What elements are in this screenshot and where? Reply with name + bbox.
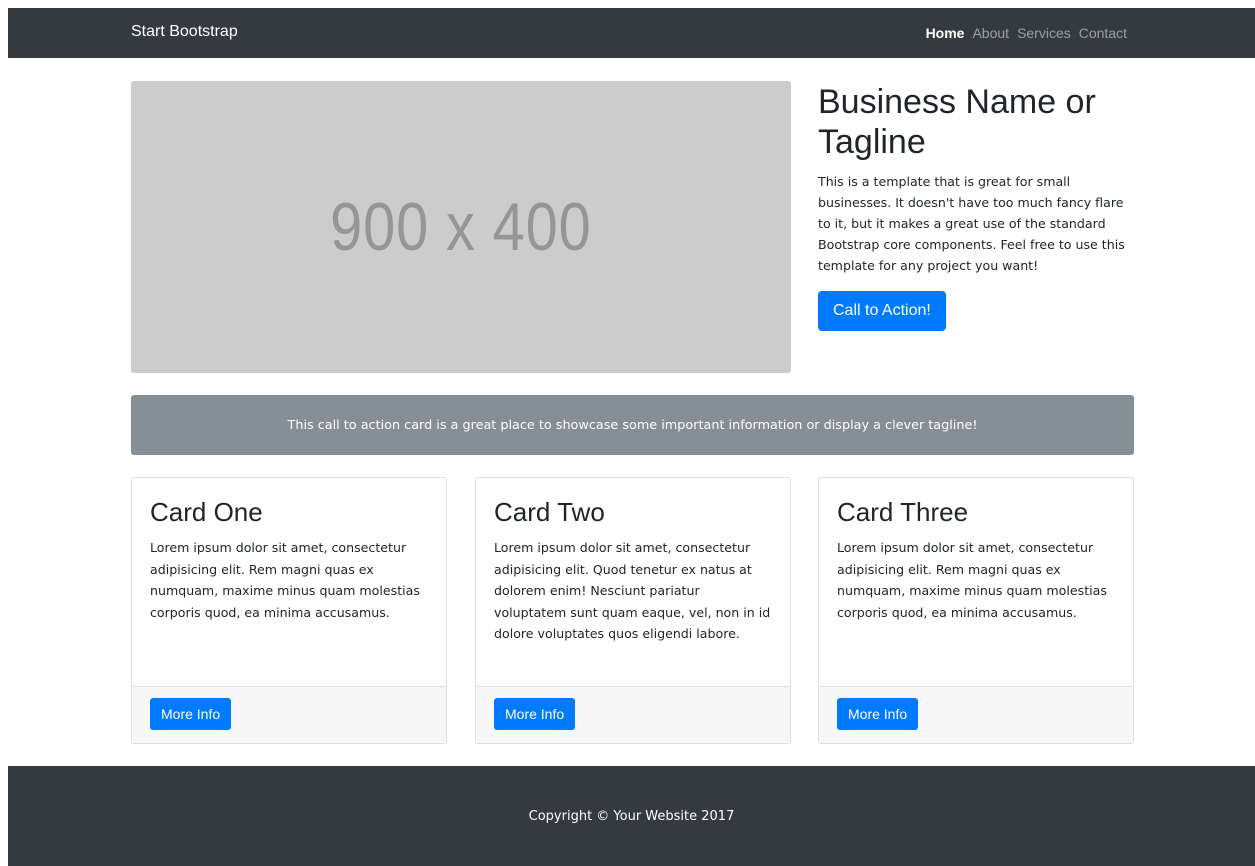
card-footer: More Info (819, 686, 1133, 743)
card-text: Lorem ipsum dolor sit amet, consectetur … (494, 540, 771, 641)
card-footer: More Info (132, 686, 446, 743)
placeholder-label: 900 x 400 (330, 189, 592, 265)
page-footer: Copyright © Your Website 2017 (8, 766, 1255, 866)
card-three: Card Three Lorem ipsum dolor sit amet, c… (818, 477, 1134, 744)
card-footer: More Info (476, 686, 790, 743)
nav-link-home[interactable]: Home (926, 25, 965, 41)
card-text: Lorem ipsum dolor sit amet, consectetur … (150, 540, 420, 620)
card-body: Card One Lorem ipsum dolor sit amet, con… (132, 478, 446, 688)
card-body: Card Three Lorem ipsum dolor sit amet, c… (819, 478, 1133, 688)
callout-card: This call to action card is a great plac… (131, 395, 1134, 455)
more-info-button[interactable]: More Info (837, 698, 919, 730)
nav-link-services[interactable]: Services (1017, 25, 1071, 41)
card-two: Card Two Lorem ipsum dolor sit amet, con… (475, 477, 791, 744)
callout-text: This call to action card is a great plac… (287, 417, 978, 433)
card-text: Lorem ipsum dolor sit amet, consectetur … (837, 540, 1107, 620)
copyright-text: Copyright © Your Website 2017 (528, 808, 735, 824)
navbar: Start Bootstrap Home About Services Cont… (8, 8, 1255, 58)
hero-text: Business Name or Tagline This is a templ… (818, 82, 1128, 331)
hero-image-placeholder: 900 x 400 (131, 81, 791, 373)
more-info-button[interactable]: More Info (150, 698, 232, 730)
card-body: Card Two Lorem ipsum dolor sit amet, con… (476, 478, 790, 688)
card-one: Card One Lorem ipsum dolor sit amet, con… (131, 477, 447, 744)
hero-title: Business Name or Tagline (818, 83, 1096, 161)
nav-link-contact[interactable]: Contact (1079, 25, 1127, 41)
more-info-button[interactable]: More Info (494, 698, 576, 730)
card-title: Card Two (494, 497, 605, 527)
nav-link-about[interactable]: About (972, 25, 1009, 41)
card-title: Card One (150, 497, 263, 527)
call-to-action-button[interactable]: Call to Action! (818, 291, 946, 331)
hero-description: This is a template that is great for sma… (818, 174, 1125, 273)
brand-link[interactable]: Start Bootstrap (131, 23, 238, 41)
card-title: Card Three (837, 497, 969, 527)
nav-links: Home About Services Contact (926, 25, 1127, 41)
